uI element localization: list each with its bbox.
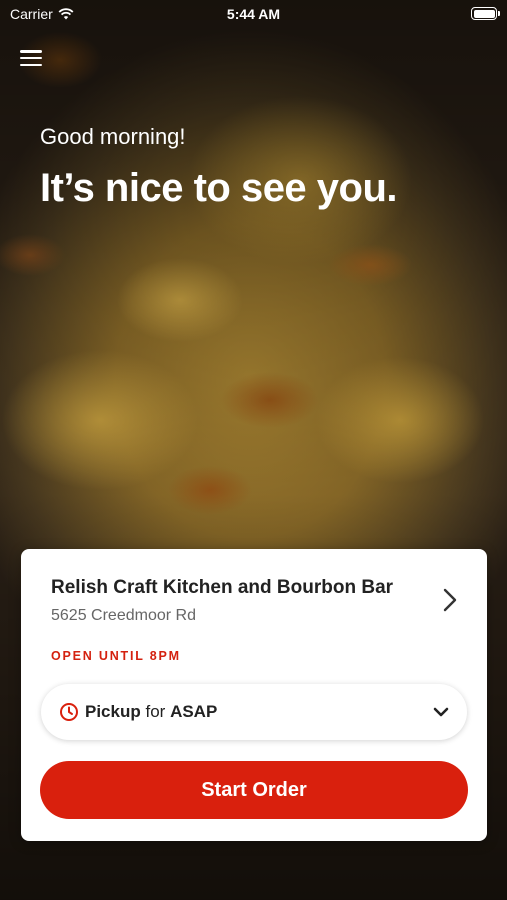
pickup-time: ASAP	[170, 702, 218, 721]
battery-fill	[473, 9, 495, 18]
pickup-mode: Pickup	[85, 702, 141, 721]
open-status: OPEN UNTIL 8PM	[51, 649, 181, 663]
clock-time: 5:44 AM	[226, 6, 281, 22]
pickup-label: Pickup for ASAP	[85, 702, 217, 722]
chevron-down-icon	[433, 707, 449, 717]
greeting-text: Good morning!	[40, 124, 186, 149]
status-bar: Carrier 5:44 AM	[0, 0, 507, 28]
battery-icon	[471, 7, 500, 20]
store-card: Relish Craft Kitchen and Bourbon Bar 562…	[21, 549, 487, 841]
store-address: 5625 Creedmoor Rd	[51, 607, 196, 624]
chevron-right-icon[interactable]	[439, 587, 461, 613]
pickup-time-select[interactable]: Pickup for ASAP	[41, 684, 467, 740]
welcome-headline: It’s nice to see you.	[40, 166, 398, 210]
hamburger-menu-icon[interactable]	[20, 48, 42, 68]
clock-icon	[60, 703, 78, 721]
store-name[interactable]: Relish Craft Kitchen and Bourbon Bar	[51, 577, 393, 599]
pickup-connector: for	[145, 702, 166, 721]
start-order-button[interactable]: Start Order	[40, 761, 468, 819]
